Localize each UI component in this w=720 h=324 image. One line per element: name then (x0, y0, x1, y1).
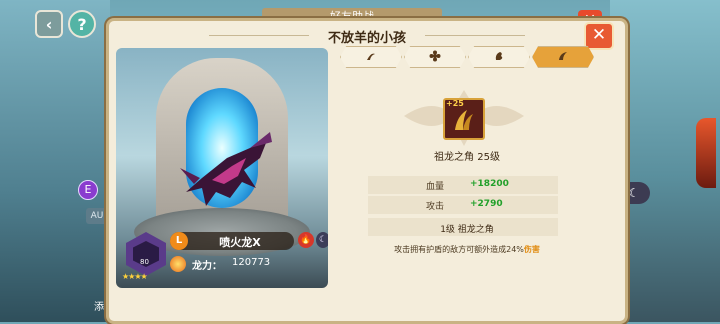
flower-icon (429, 50, 441, 62)
background-monster (696, 118, 716, 188)
power-icon (170, 256, 186, 272)
stat-row-hp: 血量 +18200 (368, 176, 558, 194)
pet-name-badge: L 喷火龙X (170, 232, 294, 250)
tab-horn[interactable] (532, 46, 594, 68)
equipment-name-level: 祖龙之角 25级 (434, 152, 500, 163)
claw-icon (367, 53, 375, 60)
moon-element-icon: ☾ (316, 232, 328, 248)
rarity-badge: L (170, 232, 188, 250)
pet-stars: ★★★★ (122, 272, 148, 281)
help-button[interactable]: ? (68, 10, 96, 38)
tab-flower[interactable] (404, 46, 466, 68)
power-value: 120773 (232, 257, 271, 268)
equipment-item-slot[interactable]: +25 (443, 98, 485, 140)
pet-avatar[interactable] (126, 232, 166, 276)
skill-desc-text: 攻击拥有护盾的敌方可额外造成24% (394, 245, 524, 254)
power-label: 龙力： (192, 261, 222, 272)
stat-label: 血量 (426, 182, 445, 192)
dragon-horn-icon (455, 110, 473, 130)
equipment-tabs (340, 46, 594, 68)
dragon-image (180, 132, 272, 206)
panel-title: 不放羊的小孩 (327, 31, 406, 46)
side-e-badge[interactable]: E (78, 180, 98, 200)
skill-description: 攻击拥有护盾的敌方可额外造成24%伤害 (340, 244, 594, 255)
stat-value: +2790 (470, 199, 503, 209)
skill-title: 1级 祖龙之角 (440, 225, 494, 235)
background-left (0, 0, 110, 322)
skill-desc-highlight: 伤害 (523, 245, 540, 254)
stat-value: +18200 (470, 179, 509, 189)
dragon-icon (495, 52, 503, 60)
fire-element-icon: 🔥 (298, 232, 314, 248)
power-row: 龙力： 120773 (170, 256, 310, 272)
back-button[interactable]: ‹ (35, 10, 63, 38)
pet-name: 喷火龙X (219, 236, 261, 249)
pet-scene: 80 ★★★★ L 喷火龙X 🔥 ☾ 龙力： 120773 (116, 48, 328, 288)
tab-claw[interactable] (340, 46, 402, 68)
pet-level: 80 (140, 258, 149, 266)
stat-label: 攻击 (426, 202, 445, 212)
horn-icon (559, 52, 567, 60)
pet-info-bar: 80 ★★★★ L 喷火龙X 🔥 ☾ 龙力： 120773 (122, 228, 328, 282)
moon-icon: ☾ (628, 186, 640, 200)
stat-row-attack: 攻击 +2790 (368, 196, 558, 214)
tab-dragon[interactable] (468, 46, 530, 68)
side-au-button[interactable]: AU (86, 208, 108, 224)
